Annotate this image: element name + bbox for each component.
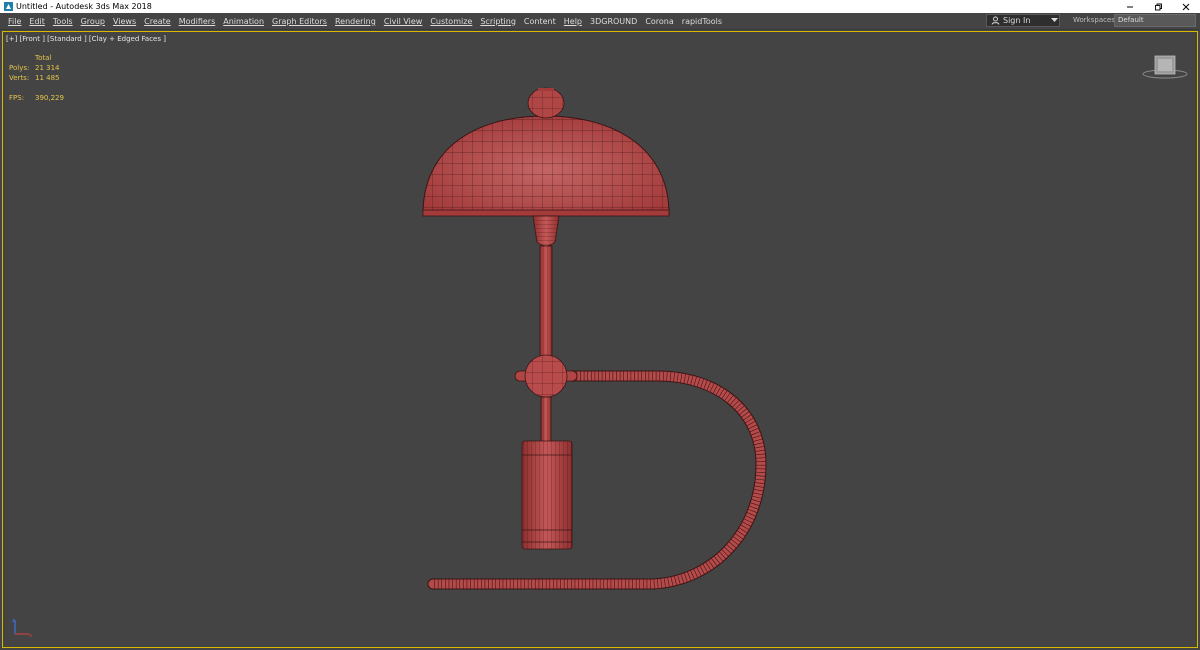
window-controls (1116, 0, 1200, 13)
lamp-socket (521, 440, 573, 550)
lamp-arc-arm (427, 370, 767, 590)
chevron-down-icon (1050, 18, 1059, 23)
workspaces-label: Workspaces: (1073, 16, 1118, 24)
menu-bar: File Edit Tools Group Views Create Modif… (0, 13, 1200, 30)
lamp-neck (532, 215, 560, 247)
restore-icon[interactable] (1144, 0, 1172, 13)
sign-in-label: Sign In (1003, 16, 1031, 25)
lamp-upper-stem (539, 245, 553, 357)
lamp-model[interactable] (3, 32, 1197, 647)
menu-content[interactable]: Content (524, 17, 564, 26)
menu-animation[interactable]: Animation (223, 17, 272, 26)
menu-edit[interactable]: Edit (29, 17, 53, 26)
menu-file[interactable]: File (0, 17, 29, 26)
axis-tripod-icon: z x (9, 616, 39, 640)
menu-create[interactable]: Create (144, 17, 179, 26)
menu-3dground[interactable]: 3DGROUND (590, 17, 645, 26)
sign-in-dropdown[interactable]: Sign In (986, 14, 1060, 27)
workspaces-select[interactable]: Default (1114, 14, 1196, 27)
menu-scripting[interactable]: Scripting (480, 17, 524, 26)
lamp-joint (514, 354, 578, 398)
title-bar: Untitled - Autodesk 3ds Max 2018 (0, 0, 1200, 13)
window-title: Untitled - Autodesk 3ds Max 2018 (16, 2, 152, 11)
menu-help[interactable]: Help (564, 17, 590, 26)
app-window: Untitled - Autodesk 3ds Max 2018 File Ed… (0, 0, 1200, 650)
lamp-lower-stem (540, 396, 552, 443)
close-icon[interactable] (1172, 0, 1200, 13)
user-icon (989, 16, 1001, 25)
lamp-shade (422, 115, 670, 217)
menu-civil-view[interactable]: Civil View (384, 17, 431, 26)
front-viewport[interactable]: [+] [Front ] [Standard ] [Clay + Edged F… (2, 31, 1198, 648)
menu-group[interactable]: Group (81, 17, 113, 26)
lamp-finial (527, 87, 565, 119)
menu-modifiers[interactable]: Modifiers (179, 17, 224, 26)
svg-text:z: z (12, 618, 15, 624)
svg-text:x: x (29, 633, 32, 639)
menu-tools[interactable]: Tools (53, 17, 81, 26)
minimize-icon[interactable] (1116, 0, 1144, 13)
menu-rapidtools[interactable]: rapidTools (682, 17, 730, 26)
menu-graph-editors[interactable]: Graph Editors (272, 17, 335, 26)
menu-customize[interactable]: Customize (430, 17, 480, 26)
menu-rendering[interactable]: Rendering (335, 17, 384, 26)
menu-corona[interactable]: Corona (645, 17, 681, 26)
menu-views[interactable]: Views (113, 17, 144, 26)
main-menu: File Edit Tools Group Views Create Modif… (0, 13, 730, 29)
app-icon (3, 2, 13, 12)
